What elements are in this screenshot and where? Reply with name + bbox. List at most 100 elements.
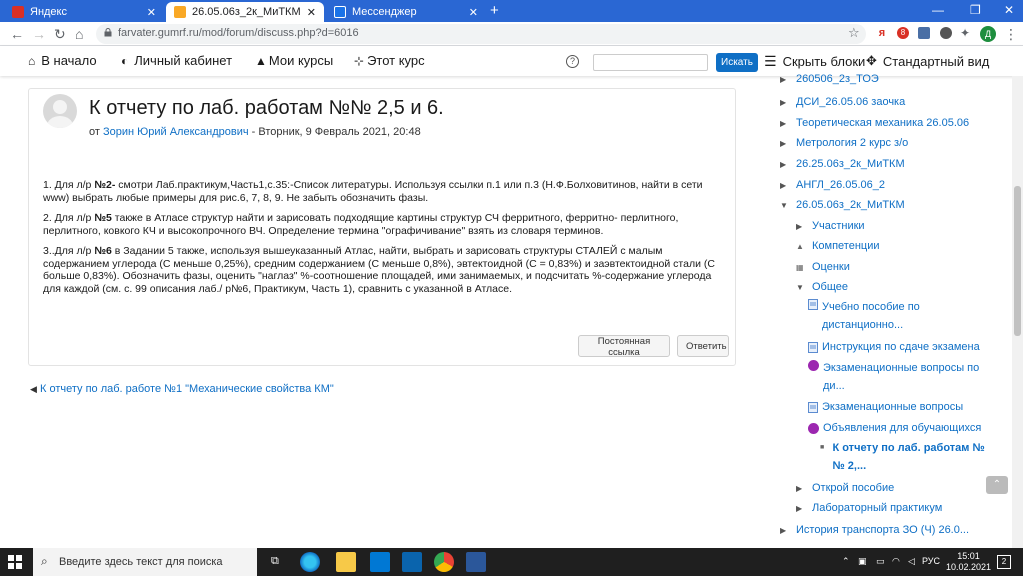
post-meta: от Зорин Юрий Александрович - Вторник, 9…: [89, 126, 421, 138]
file-icon: [808, 342, 818, 353]
post-body: 1. Для л/р №2- смотри Лаб.практикум,Част…: [43, 179, 728, 303]
hide-blocks-button[interactable]: ☰ Скрыть блоки: [764, 53, 865, 70]
tree-resource[interactable]: Учебно пособие по дистанционно...: [808, 298, 998, 334]
tree-forum[interactable]: Объявления для обучающихся: [808, 422, 981, 434]
task-view-icon[interactable]: ⧉: [271, 555, 279, 568]
tree-resource[interactable]: Инструкция по сдаче экзамена: [808, 341, 980, 353]
volume-icon[interactable]: ◁: [908, 556, 915, 567]
tab-forum[interactable]: 26.05.06з_2к_МиТКМ: К отчету п ✕: [166, 2, 324, 22]
tree-current-discussion[interactable]: ■ К отчету по лаб. работам №№ 2,...: [820, 439, 990, 475]
language-indicator[interactable]: РУС: [922, 556, 940, 566]
tray-app-icon[interactable]: ▣: [858, 556, 867, 567]
nav-my-courses[interactable]: ▲ Мои курсы: [255, 53, 333, 68]
notification-center-icon[interactable]: 2: [997, 555, 1011, 569]
browser-tab-strip: Яндекс ✕ 26.05.06з_2к_МиТКМ: К отчету п …: [0, 0, 1023, 22]
search-button[interactable]: Искать: [716, 53, 758, 72]
tab-messenger[interactable]: Мессенджер ✕: [326, 2, 486, 22]
chevron-right-icon: ▶: [796, 484, 803, 493]
chevron-right-icon: ▶: [780, 181, 787, 190]
reply-button[interactable]: Ответить: [677, 335, 729, 357]
edge-icon[interactable]: [300, 552, 320, 572]
page-scrollbar[interactable]: [1012, 76, 1023, 548]
back-button[interactable]: ←: [10, 26, 24, 42]
tree-resource[interactable]: Экзаменационные вопросы: [808, 401, 963, 413]
messenger-favicon-icon: [334, 6, 346, 18]
lock-icon: [104, 28, 112, 37]
tree-course[interactable]: ▶ Метрология 2 курс з/о: [780, 137, 908, 150]
yandex-favicon-icon: [12, 6, 24, 18]
forum-icon: [808, 423, 819, 434]
window-close-button[interactable]: ✕: [1004, 3, 1014, 17]
tree-course[interactable]: ▶ История транспорта ЗО (Ч) 26.0...: [780, 524, 969, 537]
extension-icon[interactable]: [940, 27, 952, 39]
file-explorer-icon[interactable]: [336, 552, 356, 572]
bookmark-star-icon[interactable]: ☆: [848, 25, 860, 41]
tree-grades[interactable]: ▦ Оценки: [796, 261, 850, 274]
windows-taskbar: ⌕ Введите здесь текст для поиска ⧉ ⌃ ▣ ▭…: [0, 548, 1023, 576]
forward-button[interactable]: →: [32, 26, 46, 42]
store-icon[interactable]: [370, 552, 390, 572]
close-icon[interactable]: ✕: [147, 6, 156, 19]
tree-course[interactable]: ▶ 260506_2з_ТОЭ: [780, 73, 879, 86]
taskbar-search[interactable]: ⌕ Введите здесь текст для поиска: [33, 548, 257, 576]
help-icon[interactable]: ?: [566, 55, 579, 68]
permalink-button[interactable]: Постоянная ссылка: [578, 335, 670, 358]
home-icon[interactable]: ⌂: [75, 26, 83, 42]
post-paragraph: 1. Для л/р №2- смотри Лаб.практикум,Част…: [43, 179, 703, 204]
url-text: farvater.gumrf.ru/mod/forum/discuss.php?…: [118, 27, 359, 39]
post-subject: К отчету по лаб. работам №№ 2,5 и 6.: [89, 97, 444, 119]
tree-course[interactable]: ▶ АНГЛ_26.05.06_2: [780, 179, 885, 192]
nav-this-course[interactable]: ⊹ Этот курс: [354, 53, 425, 68]
tab-yandex[interactable]: Яндекс ✕: [4, 2, 164, 22]
forum-post: К отчету по лаб. работам №№ 2,5 и 6. от …: [28, 88, 736, 366]
address-bar[interactable]: farvater.gumrf.ru/mod/forum/discuss.php?…: [96, 24, 866, 44]
back-to-top-button[interactable]: ⌃: [986, 476, 1008, 494]
sitemap-icon: ⊹: [354, 53, 365, 68]
word-icon[interactable]: [466, 552, 486, 572]
windows-start-icon[interactable]: [8, 555, 22, 569]
nav-home[interactable]: ⌂ В начало: [28, 53, 97, 68]
browser-toolbar: ← → ↻ ⌂ farvater.gumrf.ru/mod/forum/disc…: [0, 22, 1023, 46]
reload-button[interactable]: ↻: [54, 26, 66, 42]
tree-forum[interactable]: Экзаменационные вопросы по ди...: [808, 359, 988, 395]
tree-section[interactable]: ▶ Открой пособие: [796, 482, 894, 495]
chevron-right-icon: ▶: [780, 526, 787, 535]
tree-course[interactable]: ▶ Теоретическая механика 26.05.06: [780, 117, 969, 130]
menu-kebab-icon[interactable]: ⋮: [1004, 26, 1018, 42]
maximize-button[interactable]: ❐: [970, 3, 981, 17]
avatar[interactable]: [43, 94, 77, 128]
tree-competencies[interactable]: ▲ Компетенции: [796, 240, 880, 253]
minimize-button[interactable]: —: [932, 3, 944, 17]
tree-section-general[interactable]: ▼ Общее: [796, 281, 848, 294]
profile-avatar[interactable]: Д: [980, 26, 996, 42]
taskbar-clock[interactable]: 15:01 10.02.2021: [946, 551, 991, 573]
tree-course-current[interactable]: ▼ 26.05.06з_2к_МиТКМ: [780, 199, 905, 212]
nav-cabinet[interactable]: ◐ Личный кабинет: [121, 53, 232, 68]
file-icon: [808, 402, 818, 413]
battery-icon[interactable]: ▭: [876, 556, 885, 567]
tree-section[interactable]: ▶ Лабораторный практикум: [796, 502, 942, 515]
chevron-up-icon[interactable]: ⌃: [842, 556, 850, 567]
extension-badge-icon[interactable]: 8: [897, 27, 909, 39]
new-tab-button[interactable]: +: [490, 3, 499, 19]
tree-course[interactable]: ▶ ДСИ_26.05.06 заочка: [780, 96, 905, 109]
prev-discussion-link[interactable]: ◀ К отчету по лаб. работе №1 "Механическ…: [30, 383, 334, 395]
standard-view-button[interactable]: ✥ Стандартный вид: [866, 53, 989, 69]
scrollbar-thumb[interactable]: [1014, 186, 1021, 336]
chevron-right-icon: ▶: [780, 75, 787, 84]
extensions-puzzle-icon[interactable]: ✦: [960, 25, 970, 41]
home-icon: ⌂: [28, 53, 36, 68]
extension-icon[interactable]: [918, 27, 930, 39]
file-icon: [808, 299, 818, 310]
close-icon[interactable]: ✕: [307, 6, 316, 19]
tree-participants[interactable]: ▶ Участники: [796, 220, 865, 233]
yandex-extension-icon[interactable]: я: [876, 27, 888, 39]
chevron-right-icon: ▶: [780, 139, 787, 148]
tree-course[interactable]: ▶ 26.25.06з_2к_МиТКМ: [780, 158, 905, 171]
search-input[interactable]: [593, 54, 708, 71]
chrome-icon[interactable]: [434, 552, 454, 572]
wifi-icon[interactable]: ◠: [892, 556, 900, 567]
mail-icon[interactable]: [402, 552, 422, 572]
close-icon[interactable]: ✕: [469, 6, 478, 19]
author-link[interactable]: Зорин Юрий Александрович: [103, 126, 249, 138]
